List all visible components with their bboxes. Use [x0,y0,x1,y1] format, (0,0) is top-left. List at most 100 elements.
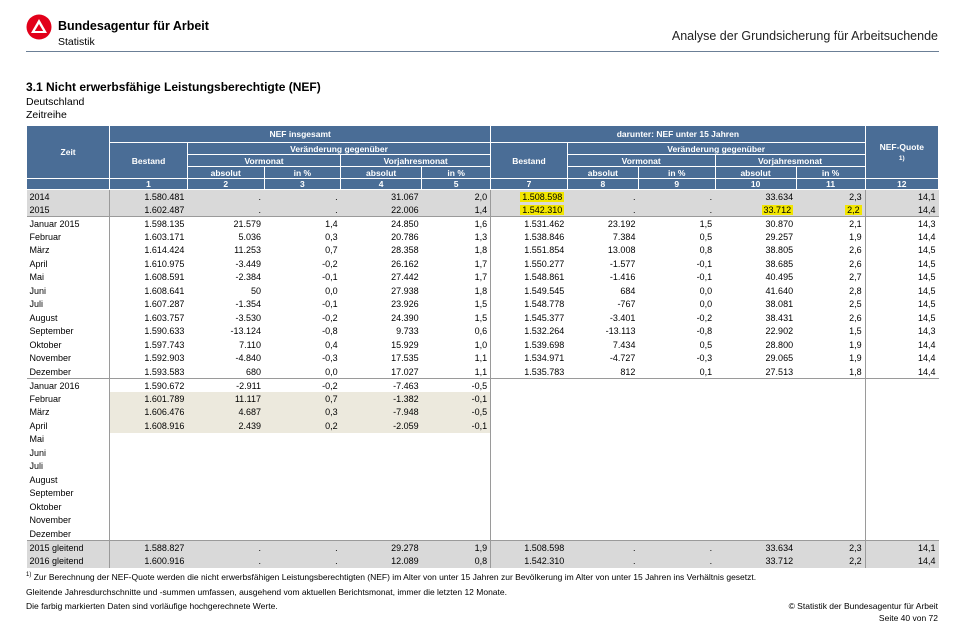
table-cell: 1,5 [474,299,488,310]
table-cell: 14,4 [864,351,939,365]
table-cell [864,486,939,500]
table-row: April 1.608.916 2.439 0,2 -2.059 -0,1 [27,419,939,433]
header-divider [26,51,939,52]
table-cell: 0,1 [699,366,713,377]
row-label: April [29,420,48,431]
table-cell [187,446,264,460]
table-row: Januar 2016 1.590.672 -2.911 -0,2 -7.463 -0,5 [26,378,939,392]
table-cell [638,378,716,392]
table-cell [490,513,568,527]
table-cell [796,392,865,406]
table-cell: 14,5 [864,311,939,325]
row-label: 2015 [26,203,110,217]
table-cell: 14,4 [864,365,939,379]
table-cell [715,446,796,460]
table-cell: . [187,554,265,568]
table-cell: 28.800 [765,339,794,350]
table-cell [490,392,568,406]
table-cell: 684 [620,285,636,296]
table-cell: 27.442 [391,272,419,283]
table-cell: 0,3 [325,231,338,242]
table-cell: 28.358 [391,245,419,256]
table-cell: 1,0 [474,339,488,350]
table-cell [864,378,939,392]
table-cell: 2,0 [421,189,491,203]
table-cell: -1.382 [340,392,422,406]
table-cell: . [638,203,716,217]
header-vorjahr-u15: Vorjahresmonat [714,154,866,167]
table-cell: 7.434 [612,339,636,350]
table-row: August 1.603.757 -3.530 -0,2 24.390 1,5 1.545.… [27,311,939,325]
table-cell [264,514,341,528]
table-cell: -4.840 [235,353,262,364]
table-cell [264,473,341,487]
table-cell [796,487,865,501]
table-cell: 1,5 [849,326,862,337]
table-cell [490,459,568,473]
table-cell [796,378,866,392]
header-vormonat-u15: Vormonat [566,154,716,167]
copyright: © Statistik der Bundesagentur für Arbeit [788,601,938,611]
table-cell: . [638,189,716,203]
table-cell [422,460,491,474]
table-cell [187,500,264,514]
table-cell: 7.384 [612,231,636,242]
table-row: Dezember 1.593.583 680 0,0 17.027 1,1 1.535.78… [27,365,939,379]
table-cell [109,459,188,473]
row-label: August [29,312,58,323]
table-cell: 14,5 [864,284,939,298]
row-label: September [29,488,74,499]
table-cell: 22.902 [765,326,794,337]
table-cell [638,527,715,541]
table-cell [638,446,715,460]
table-cell [864,392,939,406]
table-cell: 1.542.310 [490,554,568,568]
table-cell: -0,3 [696,353,713,364]
row-label: Oktober [29,339,62,350]
preliminary-value: 1.508.598 [520,191,565,202]
table-row: September [27,486,939,501]
table-cell: 2,8 [849,285,862,296]
page-header: Bundesagentur für Arbeit Statistik Analy… [0,0,962,56]
col-number: 9 [637,178,716,190]
row-label: März [29,407,50,418]
table-cell [715,406,796,420]
header-pct: in % [795,166,866,179]
table-cell [638,419,715,433]
table-cell: 11.253 [234,245,262,256]
table-cell: 38.685 [765,258,794,269]
table-cell [567,487,638,501]
row-label: Juli [29,461,44,472]
table-cell: 1,9 [849,339,862,350]
table-cell [422,487,491,501]
col-number: 8 [566,178,639,190]
table-row: August [27,473,939,487]
table-cell: 29.278 [340,540,422,554]
nef-table: Zeit NEF insgesamt darunter: NEF unter 1… [25,125,940,568]
table-cell: 1.608.591 [109,270,188,284]
table-cell: 0,5 [699,231,713,242]
col-number: 2 [186,178,265,190]
table-row: 2015 1.602.487.. 22.006 1,4 1.542.310.. 33.71… [26,203,939,217]
table-cell: 1,8 [474,285,488,296]
table-cell [567,378,639,392]
table-cell: 26.162 [391,258,419,269]
row-label: Februar [29,231,62,242]
table-cell: . [264,189,341,203]
table-cell: 1.593.583 [109,365,188,379]
col-number: 3 [263,178,342,190]
header-vorjahr-all: Vorjahresmonat [340,154,492,167]
table-cell: 24.390 [391,312,419,323]
row-label: 2014 [26,189,110,203]
table-cell: 14,1 [864,540,939,554]
table-cell [864,500,939,514]
table-cell: 30.870 [715,216,797,230]
header-vormonat-all: Vormonat [186,154,342,167]
table-cell: 1,9 [421,540,491,554]
table-cell [341,500,422,514]
table-cell [109,486,188,500]
row-label: Oktober [29,501,62,512]
table-cell: -0,2 [696,312,713,323]
table-cell: -0,5 [421,378,491,392]
table-cell [864,527,939,541]
